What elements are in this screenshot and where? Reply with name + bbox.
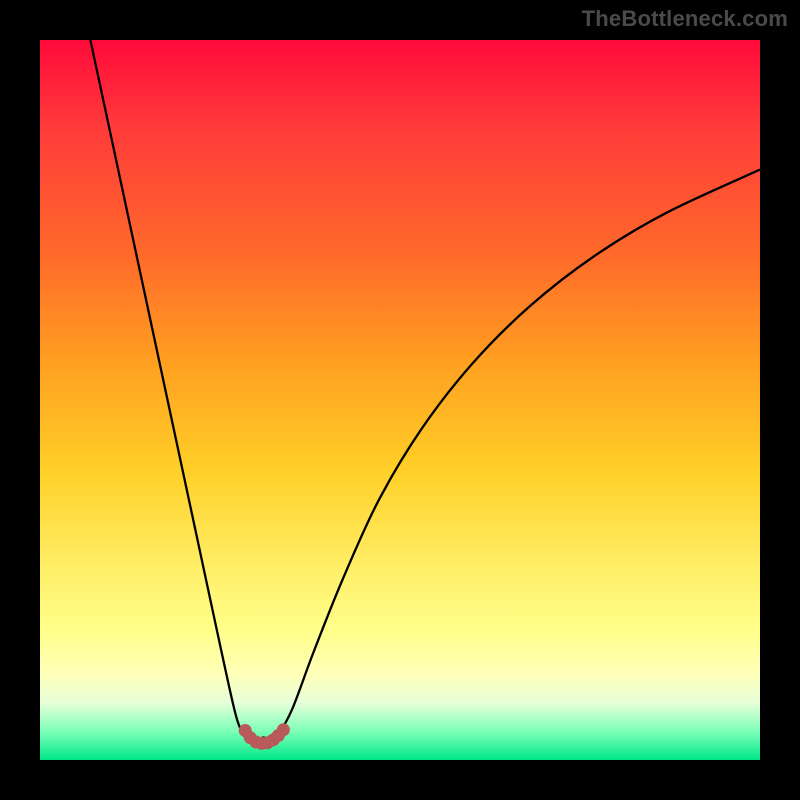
left-curve: [90, 40, 263, 744]
chart-frame: TheBottleneck.com: [0, 0, 800, 800]
bottom-arc-marker: [277, 723, 290, 736]
watermark-text: TheBottleneck.com: [582, 6, 788, 32]
right-curve: [263, 170, 760, 742]
chart-svg: [40, 40, 760, 760]
